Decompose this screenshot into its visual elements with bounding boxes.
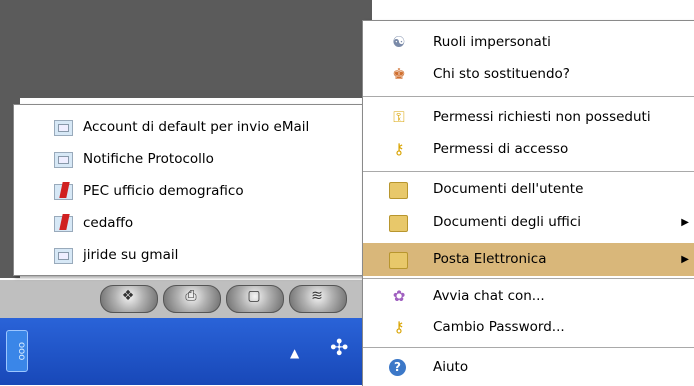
folder-icon [389,215,408,232]
menu-item-label: Cambio Password... [433,319,565,335]
menu-item-label: Documenti degli uffici [433,214,581,230]
tray-expand-button[interactable]: ▲ [290,346,299,360]
menu-item-label: Avvia chat con... [433,288,545,304]
menu-separator [363,347,694,348]
submenu-item-cedaffo[interactable]: cedaffo [14,207,368,240]
menu-item-label: Ruoli impersonati [433,34,551,50]
taskbar-tab[interactable]: ooo [6,330,28,372]
menu-item-permessi-accesso[interactable]: ⚷ Permessi di accesso [363,133,694,166]
masks-icon: ☯ [392,33,406,51]
folder-icon [389,182,408,199]
menu-item-cambio-password[interactable]: ⚷ Cambio Password... [363,311,694,344]
keys-icon: ⚷ [393,140,405,158]
submenu-item-label: PEC ufficio demografico [83,183,244,199]
users-icon: ♚ [392,65,406,83]
taskbar [0,318,372,385]
menu-item-permessi-non-posseduti[interactable]: ⚿ Permessi richiesti non posseduti [363,101,694,134]
window-icon: ▢ [247,288,261,304]
context-menu: ☯ Ruoli impersonati ♚ Chi sto sostituend… [362,20,694,386]
menu-item-aiuto[interactable]: ? Aiuto [363,351,694,384]
submenu-arrow-icon: ▶ [681,254,689,265]
email-accounts-submenu: Account di default per invio eMail Notif… [13,104,369,276]
menu-item-label: Chi sto sostituendo? [433,66,570,82]
menu-item-posta-elettronica[interactable]: Posta Elettronica ▶ [363,243,694,276]
menu-separator [363,171,694,172]
menu-item-documenti-uffici[interactable]: Documenti degli uffici ▶ [363,206,694,239]
pec-mail-icon [54,184,73,200]
submenu-item-jiride-gmail[interactable]: jiride su gmail [14,239,368,272]
submenu-item-label: jiride su gmail [83,247,179,263]
menu-item-label: Aiuto [433,359,469,375]
mail-account-icon [54,152,73,168]
keys-icon: ⚷ [393,318,405,336]
folder-icon [389,252,408,269]
menu-item-ruoli-impersonati[interactable]: ☯ Ruoli impersonati [363,26,694,59]
mail-account-icon [54,120,73,136]
menu-item-chi-sto-sostituendo[interactable]: ♚ Chi sto sostituendo? [363,58,694,91]
submenu-item-pec-ufficio[interactable]: PEC ufficio demografico [14,175,368,208]
dropbox-icon: ❖ [121,288,135,304]
desktop-background [0,0,372,98]
submenu-item-notifiche-protocollo[interactable]: Notifiche Protocollo [14,143,368,176]
printer-icon: ⎙ [185,288,197,304]
dropbox-tray-icon[interactable]: ✣ [330,336,360,366]
menu-item-label: Posta Elettronica [433,251,547,267]
key-warning-icon: ⚿ [393,108,405,126]
submenu-item-label: cedaffo [83,215,134,231]
menu-separator [363,278,694,279]
menu-item-label: Documenti dell'utente [433,181,584,197]
network-icon: ≋ [311,288,323,304]
menu-item-avvia-chat[interactable]: ✿ Avvia chat con... [363,280,694,313]
menu-item-label: Permessi richiesti non posseduti [433,109,651,125]
chat-icon: ✿ [392,287,406,305]
mail-account-icon [54,248,73,264]
menu-separator [363,96,694,97]
help-icon: ? [389,359,406,376]
submenu-item-label: Account di default per invio eMail [83,119,310,135]
submenu-item-label: Notifiche Protocollo [83,151,214,167]
submenu-item-default-account[interactable]: Account di default per invio eMail [14,111,368,144]
menu-item-label: Permessi di accesso [433,141,569,157]
menu-item-documenti-utente[interactable]: Documenti dell'utente [363,173,694,206]
pec-mail-icon [54,216,73,232]
submenu-arrow-icon: ▶ [681,217,689,228]
